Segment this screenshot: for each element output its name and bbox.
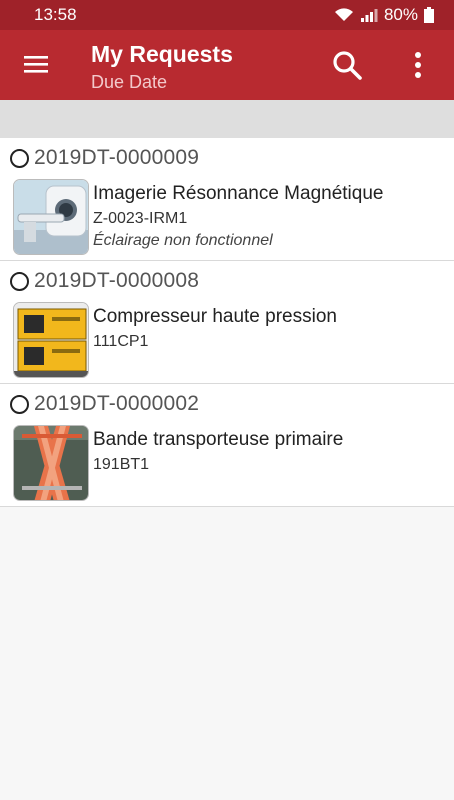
list-item[interactable]: 2019DT-0000008 Compresseur haute pressio… (0, 261, 454, 384)
status-radio[interactable] (10, 394, 29, 414)
status-icons: 80% (334, 5, 434, 25)
equipment-thumbnail (13, 179, 89, 255)
request-details: Bande transporteuse primaire 191BT1 (93, 428, 343, 476)
list-item[interactable]: 2019DT-0000002 Bande transporteuse prima… (0, 384, 454, 507)
conveyor-belt-image (14, 426, 88, 500)
status-radio[interactable] (10, 148, 29, 168)
request-id: 2019DT-0000009 (34, 146, 200, 169)
request-header: 2019DT-0000002 (10, 392, 199, 416)
equipment-code: 191BT1 (93, 456, 150, 473)
page-title: My Requests (91, 41, 233, 67)
battery-icon (424, 7, 434, 23)
request-list: 2019DT-0000009 Imagerie Résonnance Magné… (0, 138, 454, 507)
request-details: Imagerie Résonnance Magnétique Z-0023-IR… (93, 182, 383, 252)
more-options-button[interactable] (396, 42, 440, 88)
request-details: Compresseur haute pression 111CP1 (93, 305, 337, 353)
list-header-band (0, 100, 454, 138)
equipment-code: 111CP1 (93, 333, 149, 350)
equipment-name: Bande transporteuse primaire (93, 429, 344, 450)
battery-percent: 80% (383, 5, 418, 24)
title-block: My Requests Due Date (91, 40, 233, 94)
sort-subtitle: Due Date (91, 72, 168, 92)
search-icon (333, 51, 362, 80)
equipment-name: Compresseur haute pression (93, 306, 337, 327)
request-id: 2019DT-0000002 (34, 392, 200, 415)
signal-icon (360, 9, 378, 22)
hamburger-menu-icon (24, 56, 48, 73)
request-note: Éclairage non fonctionnel (93, 232, 273, 249)
equipment-name: Imagerie Résonnance Magnétique (93, 183, 384, 204)
request-header: 2019DT-0000008 (10, 269, 199, 293)
list-item[interactable]: 2019DT-0000009 Imagerie Résonnance Magné… (0, 138, 454, 261)
more-vertical-icon (415, 52, 421, 78)
search-button[interactable] (324, 42, 370, 88)
app-bar: My Requests Due Date (0, 30, 454, 100)
mri-scanner-image (14, 180, 88, 254)
menu-button[interactable] (14, 42, 58, 86)
equipment-thumbnail (13, 425, 89, 501)
request-id: 2019DT-0000008 (34, 269, 200, 292)
compressor-image (14, 303, 88, 377)
status-radio[interactable] (10, 271, 29, 291)
status-time: 13:58 (34, 5, 77, 24)
request-header: 2019DT-0000009 (10, 146, 199, 170)
equipment-code: Z-0023-IRM1 (93, 210, 188, 227)
wifi-icon (334, 8, 353, 21)
status-bar: 13:58 80% (0, 0, 454, 30)
equipment-thumbnail (13, 302, 89, 378)
